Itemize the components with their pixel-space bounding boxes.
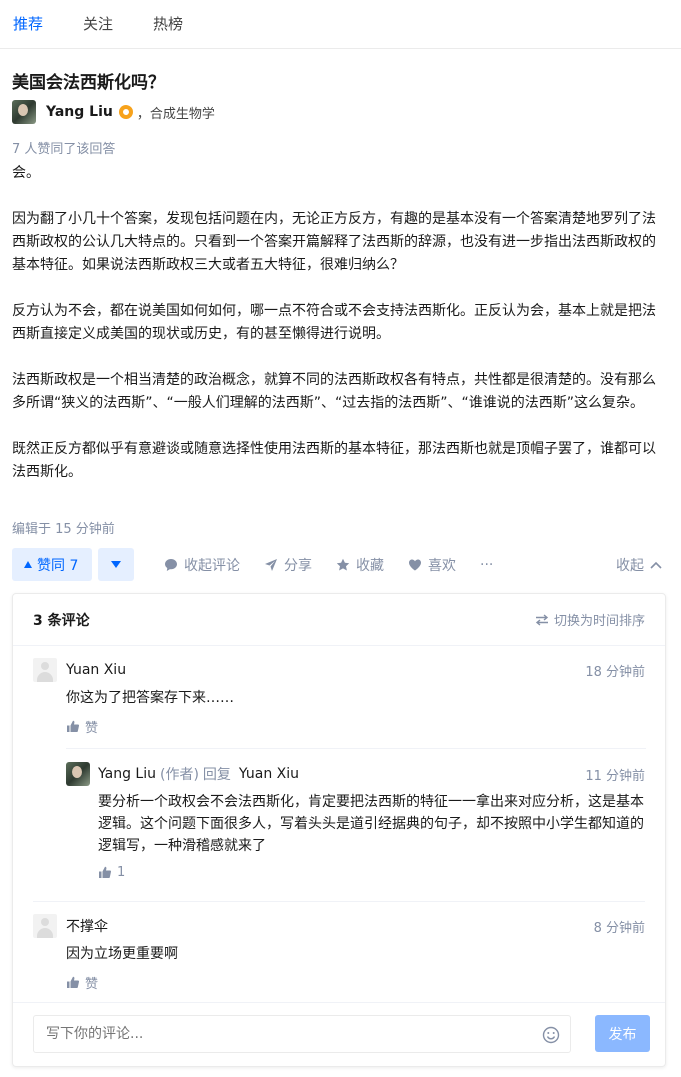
comment-text: 要分析一个政权会不会法西斯化，肯定要把法西斯的特征一一拿出来对应分析，这是基本逻… [98,794,644,854]
comment-time: 8 分钟前 [593,920,645,936]
comment-divider [66,748,646,749]
comments-header: 3 条评论 切换为时间排序 [13,594,665,646]
avatar[interactable] [12,100,36,124]
like-button[interactable]: 喜欢 [408,555,456,575]
like-label: 喜欢 [428,557,456,574]
toggle-comments-button[interactable]: 收起评论 [164,555,240,575]
vote-count-text[interactable]: 7 人赞同了该回答 [12,138,115,157]
edited-time[interactable]: 编辑于 15 分钟前 [12,518,115,537]
share-label: 分享 [284,557,312,574]
comment-item: 不撑伞 8 分钟前 因为立场更重要啊 赞 [33,914,645,992]
comment-toggle-label: 收起评论 [184,557,240,574]
more-button[interactable]: ··· [480,557,493,573]
top-nav: 推荐 关注 热榜 [0,0,681,49]
reply-label: 回复 [202,767,231,783]
thumbs-up-icon [67,976,80,988]
comment-author[interactable]: Yuan Xiu [66,662,126,678]
comment-like-button[interactable]: 1 [98,865,645,880]
answer-paragraph: 因为翻了小几十个答案，发现包括问题在内，无论正方反方，有趣的是基本没有一个答案清… [12,211,656,273]
collapse-label: 收起 [616,557,644,574]
comment-icon [165,558,177,571]
tab-hot[interactable]: 热榜 [153,0,183,49]
answer-actions: 赞同 7 收起评论 分享 收藏 喜欢 ··· 收起 [12,548,662,581]
upvote-button[interactable]: 赞同 7 [12,548,92,581]
sort-label: 切换为时间排序 [553,614,645,629]
sort-toggle-button[interactable]: 切换为时间排序 [535,610,645,629]
comment-text: 因为立场更重要啊 [66,946,178,962]
comment-like-count: 1 [117,865,126,880]
comment-reply-item: Yang Liu (作者) 回复 Yuan Xiu 11 分钟前 要分析一个政权… [66,762,645,880]
reply-target[interactable]: Yuan Xiu [239,766,299,782]
emoji-icon[interactable] [542,1026,560,1044]
comment-input[interactable] [33,1015,571,1053]
comment-time: 11 分钟前 [585,768,645,784]
comment-count: 3 条评论 [33,612,90,629]
tab-recommend[interactable]: 推荐 [13,0,43,49]
comment-like-button[interactable]: 赞 [66,717,645,736]
comment-divider [33,901,645,902]
author-tag: (作者) [159,767,199,783]
heart-icon [409,559,421,570]
share-button[interactable]: 分享 [264,555,312,575]
badge-icon[interactable] [118,105,133,119]
swap-icon [535,613,549,626]
comment-composer: 发布 [13,1002,665,1066]
upvote-label: 赞同 7 [37,557,79,574]
collapse-button[interactable]: 收起 [616,555,662,575]
more-icon: ··· [480,556,494,573]
comments-panel: 3 条评论 切换为时间排序 Yuan Xiu 18 分钟前 你这为了把答案存下来… [12,593,666,1067]
star-icon [336,558,350,570]
author-info: Yang Liu ，合成生物学 [12,99,215,125]
triangle-down-icon [111,561,121,568]
comment-time: 18 分钟前 [585,664,645,680]
share-icon [265,558,277,571]
answer-paragraph: 反方认为不会，都在说美国如何如何，哪一点不符合或不会支持法西斯化。正反认为会，基… [12,303,656,342]
answer-content: 会。 因为翻了小几十个答案，发现包括问题在内，无论正方反方，有趣的是基本没有一个… [12,162,662,507]
thumbs-up-icon [99,866,112,878]
answer-paragraph: 既然正反方都似乎有意避谈或随意选择性使用法西斯的基本特征，那法西斯也就是顶帽子罢… [12,441,656,480]
answer-paragraph: 法西斯政权是一个相当清楚的政治概念，就算不同的法西斯政权各有特点，共性都是很清楚… [12,372,656,411]
favorite-label: 收藏 [356,557,384,574]
submit-comment-button[interactable]: 发布 [595,1015,650,1052]
comment-like-button[interactable]: 赞 [66,973,645,992]
triangle-up-icon [24,561,32,568]
favorite-button[interactable]: 收藏 [336,555,384,575]
answer-paragraph: 会。 [12,165,40,181]
author-headline: ，合成生物学 [136,106,215,122]
comment-text: 你这为了把答案存下来…… [66,690,234,706]
author-name[interactable]: Yang Liu [46,104,113,120]
comment-like-label: 赞 [85,977,99,992]
comment-like-label: 赞 [85,721,99,736]
comment-item: Yuan Xiu 18 分钟前 你这为了把答案存下来…… 赞 [33,658,645,736]
tab-follow[interactable]: 关注 [83,0,113,49]
chevron-up-icon [650,561,662,569]
comment-author[interactable]: 不撑伞 [66,916,108,936]
avatar[interactable] [66,762,90,786]
comment-author[interactable]: Yang Liu [98,766,156,782]
downvote-button[interactable] [98,548,134,581]
thumbs-up-icon [67,720,80,732]
avatar[interactable] [33,658,57,682]
question-title[interactable]: 美国会法西斯化吗？ [12,68,165,93]
avatar[interactable] [33,914,57,938]
